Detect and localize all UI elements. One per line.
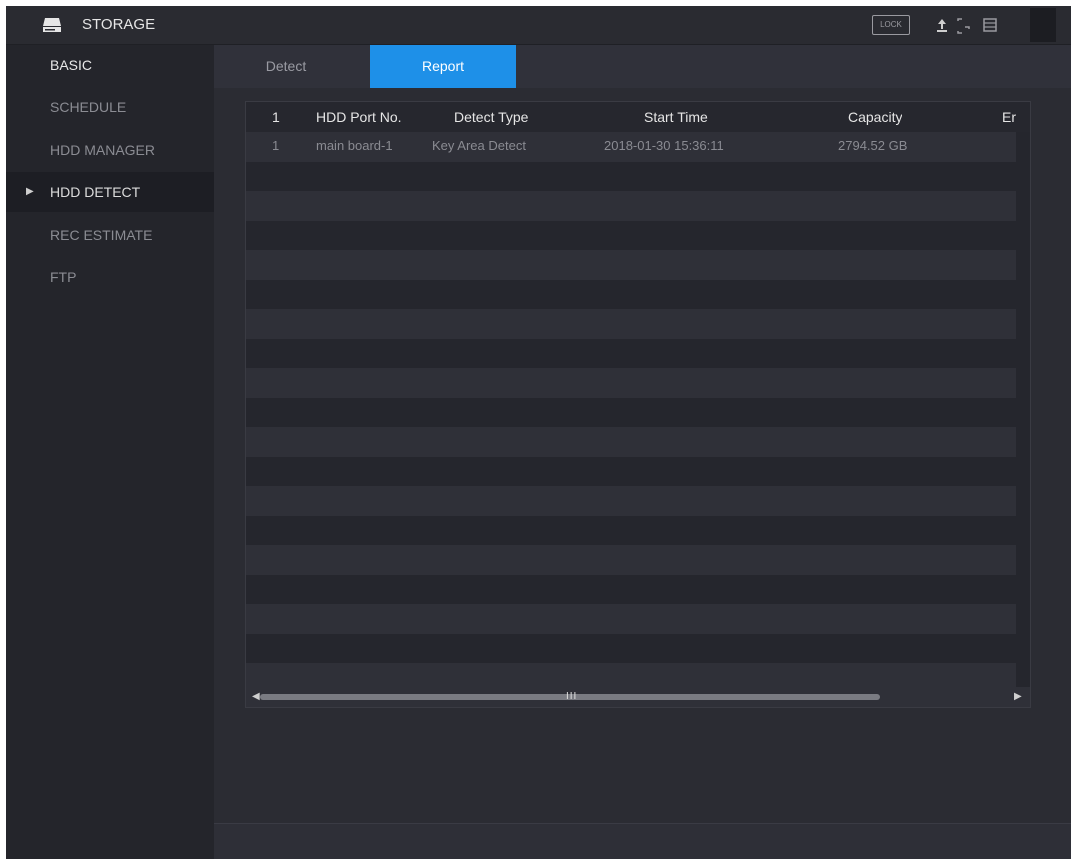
scroll-grip: III	[566, 691, 578, 702]
collapse-icon[interactable]	[981, 14, 999, 36]
tab-report[interactable]: Report	[370, 45, 516, 88]
sidebar-item-basic[interactable]: BASIC	[6, 45, 214, 85]
sidebar-item-hdd-manager[interactable]: HDD MANAGER	[6, 130, 214, 170]
cell-capacity: 2794.52 GB	[838, 138, 908, 153]
row-stripe	[246, 515, 1016, 546]
row-stripe	[246, 397, 1016, 428]
storage-icon	[43, 18, 61, 32]
sidebar: BASIC SCHEDULE HDD MANAGER ▶ HDD DETECT …	[6, 45, 214, 859]
sidebar-item-label: FTP	[50, 269, 77, 285]
column-header-hdd-port[interactable]: HDD Port No.	[316, 109, 402, 125]
upload-icon[interactable]	[934, 14, 950, 36]
row-stripe	[246, 486, 1016, 516]
row-stripe	[246, 574, 1016, 605]
column-header-error[interactable]: Er	[1002, 109, 1016, 125]
column-header-capacity[interactable]: Capacity	[848, 109, 902, 125]
sidebar-item-schedule[interactable]: SCHEDULE	[6, 87, 214, 127]
row-stripe	[246, 250, 1016, 280]
title-bar: STORAGE LOCK	[6, 6, 1071, 45]
row-stripe	[246, 279, 1016, 310]
chevron-right-icon: ▶	[26, 186, 34, 197]
bottom-bar	[214, 823, 1071, 859]
row-stripe	[246, 191, 1016, 221]
sidebar-item-label: BASIC	[50, 57, 93, 73]
row-stripe	[246, 456, 1016, 487]
sidebar-item-rec-estimate[interactable]: REC ESTIMATE	[6, 215, 214, 255]
window-control[interactable]	[1030, 8, 1056, 42]
row-stripe	[246, 220, 1016, 251]
cell-index: 1	[272, 138, 280, 153]
fullscreen-icon[interactable]	[956, 14, 972, 36]
tab-bar: Detect Report	[214, 45, 1071, 88]
window-title: STORAGE	[82, 16, 156, 33]
sidebar-item-ftp[interactable]: FTP	[6, 257, 214, 297]
sidebar-item-label: SCHEDULE	[50, 99, 127, 115]
main-content: Detect Report 1 HDD Port No. Detect Type…	[214, 45, 1071, 859]
lock-badge[interactable]: LOCK	[872, 15, 910, 35]
column-header-index[interactable]: 1	[272, 109, 280, 125]
sidebar-item-label: HDD DETECT	[50, 184, 141, 200]
horizontal-scrollbar[interactable]: ◀ III ▶	[246, 687, 1030, 707]
scroll-left-icon[interactable]: ◀	[252, 691, 260, 702]
app-window: STORAGE LOCK BASIC SCHEDULE HDD MANAGER …	[6, 6, 1071, 859]
cell-start-time: 2018-01-30 15:36:11	[604, 138, 724, 153]
sidebar-item-label: HDD MANAGER	[50, 142, 156, 158]
table-header: 1 HDD Port No. Detect Type Start Time Ca…	[246, 102, 1030, 132]
row-stripe	[246, 338, 1016, 369]
row-stripe	[246, 309, 1016, 339]
table-row[interactable]: 1 main board-1 Key Area Detect 2018-01-3…	[246, 132, 1016, 162]
row-stripe	[246, 427, 1016, 457]
cell-hdd-port: main board-1	[316, 138, 393, 153]
tab-detect[interactable]: Detect	[251, 45, 321, 88]
row-stripe	[246, 633, 1016, 664]
column-header-start-time[interactable]: Start Time	[644, 109, 708, 125]
report-table: 1 HDD Port No. Detect Type Start Time Ca…	[245, 101, 1031, 708]
cell-detect-type: Key Area Detect	[432, 138, 526, 153]
row-stripe	[246, 161, 1016, 192]
row-stripe	[246, 604, 1016, 634]
row-stripe	[246, 368, 1016, 398]
row-stripe	[246, 545, 1016, 575]
column-header-detect-type[interactable]: Detect Type	[454, 109, 528, 125]
sidebar-item-hdd-detect[interactable]: ▶ HDD DETECT	[6, 172, 214, 212]
scroll-right-icon[interactable]: ▶	[1014, 691, 1022, 702]
sidebar-item-label: REC ESTIMATE	[50, 227, 153, 243]
